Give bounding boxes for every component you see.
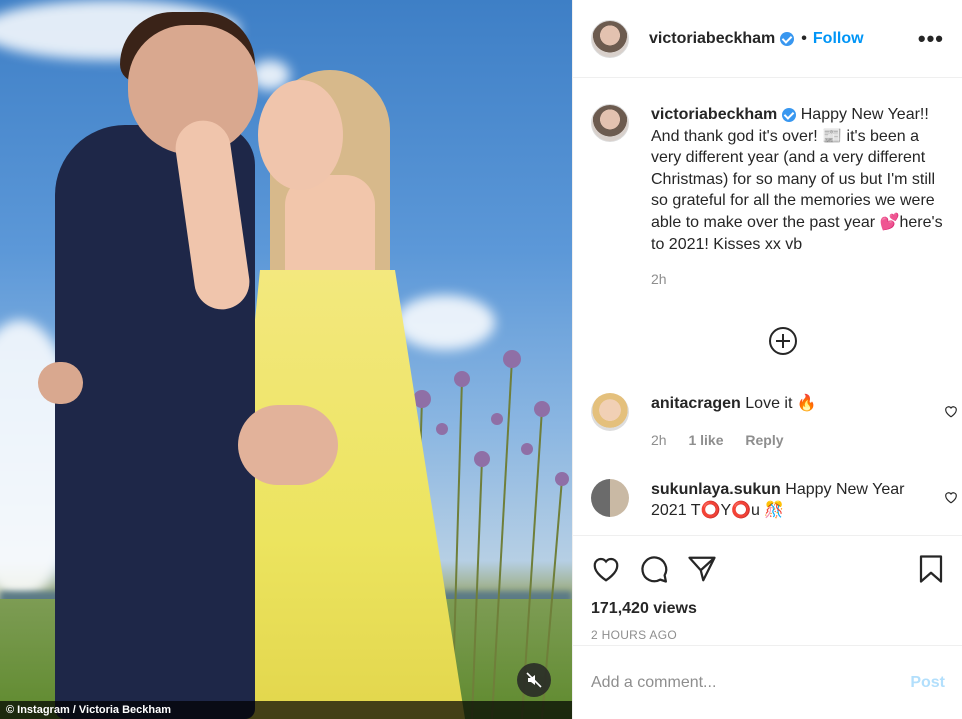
post-photo[interactable]: © Instagram / Victoria Beckham <box>0 0 572 719</box>
comment-item: sukunlaya.sukun Happy New Year 2021 T⭕Y⭕… <box>573 478 962 521</box>
man-hand-back <box>38 362 83 404</box>
header-username[interactable]: victoriabeckham <box>649 30 775 48</box>
avatar[interactable] <box>591 19 629 58</box>
post-caption: victoriabeckham Happy New Year!! And tha… <box>573 78 962 291</box>
comment-time[interactable]: 2h <box>651 432 667 448</box>
photo-credit: © Instagram / Victoria Beckham <box>0 701 572 719</box>
comment-item: anitacragen Love it 🔥 2h 1 like Reply <box>573 392 962 451</box>
post-timestamp[interactable]: 2 HOURS AGO <box>573 618 962 642</box>
share-icon[interactable] <box>687 555 717 583</box>
follow-button[interactable]: Follow <box>813 30 864 48</box>
more-options-icon[interactable]: ••• <box>918 26 944 52</box>
load-more-comments[interactable] <box>603 326 962 355</box>
post-actions: 171,420 views 2 HOURS AGO Post <box>573 535 962 719</box>
avatar[interactable] <box>591 478 629 517</box>
bookmark-icon[interactable] <box>917 554 945 584</box>
separator: • <box>801 29 807 47</box>
caption-body: victoriabeckham Happy New Year!! And tha… <box>651 104 944 291</box>
post-sidebar: victoriabeckham • Follow ••• victoriabec… <box>572 0 962 719</box>
caption-time[interactable]: 2h <box>651 269 944 291</box>
man-hand <box>238 405 338 485</box>
comment-text: Love it 🔥 <box>745 394 817 412</box>
view-count[interactable]: 171,420 views <box>573 586 962 618</box>
reply-button[interactable]: Reply <box>745 432 783 448</box>
comment-input[interactable] <box>591 673 911 692</box>
avatar[interactable] <box>591 392 629 431</box>
heart-icon[interactable] <box>591 555 621 583</box>
heart-outline-icon[interactable] <box>944 491 958 504</box>
comment-username[interactable]: sukunlaya.sukun <box>651 481 781 498</box>
verified-badge-icon <box>780 31 795 46</box>
comment-username[interactable]: anitacragen <box>651 395 741 412</box>
caption-text: Happy New Year!! And thank god it's over… <box>651 106 943 253</box>
woman-face <box>258 80 343 190</box>
post-header: victoriabeckham • Follow ••• <box>573 0 962 78</box>
comment-icon[interactable] <box>639 554 669 584</box>
comment-likes[interactable]: 1 like <box>688 432 723 448</box>
comment-meta: 2h 1 like Reply <box>651 430 931 451</box>
comment-body: anitacragen Love it 🔥 2h 1 like Reply <box>651 393 931 451</box>
heart-outline-icon[interactable] <box>944 405 958 418</box>
post-button[interactable]: Post <box>910 674 945 692</box>
action-bar <box>573 536 962 586</box>
comment-form: Post <box>573 645 962 719</box>
mute-button[interactable] <box>517 663 551 697</box>
comment-body: sukunlaya.sukun Happy New Year 2021 T⭕Y⭕… <box>651 479 931 521</box>
caption-avatar[interactable] <box>591 104 629 142</box>
speaker-muted-icon <box>526 672 542 688</box>
plus-circle-icon[interactable] <box>768 326 797 355</box>
verified-badge-icon <box>782 107 797 122</box>
caption-username[interactable]: victoriabeckham <box>651 106 777 123</box>
